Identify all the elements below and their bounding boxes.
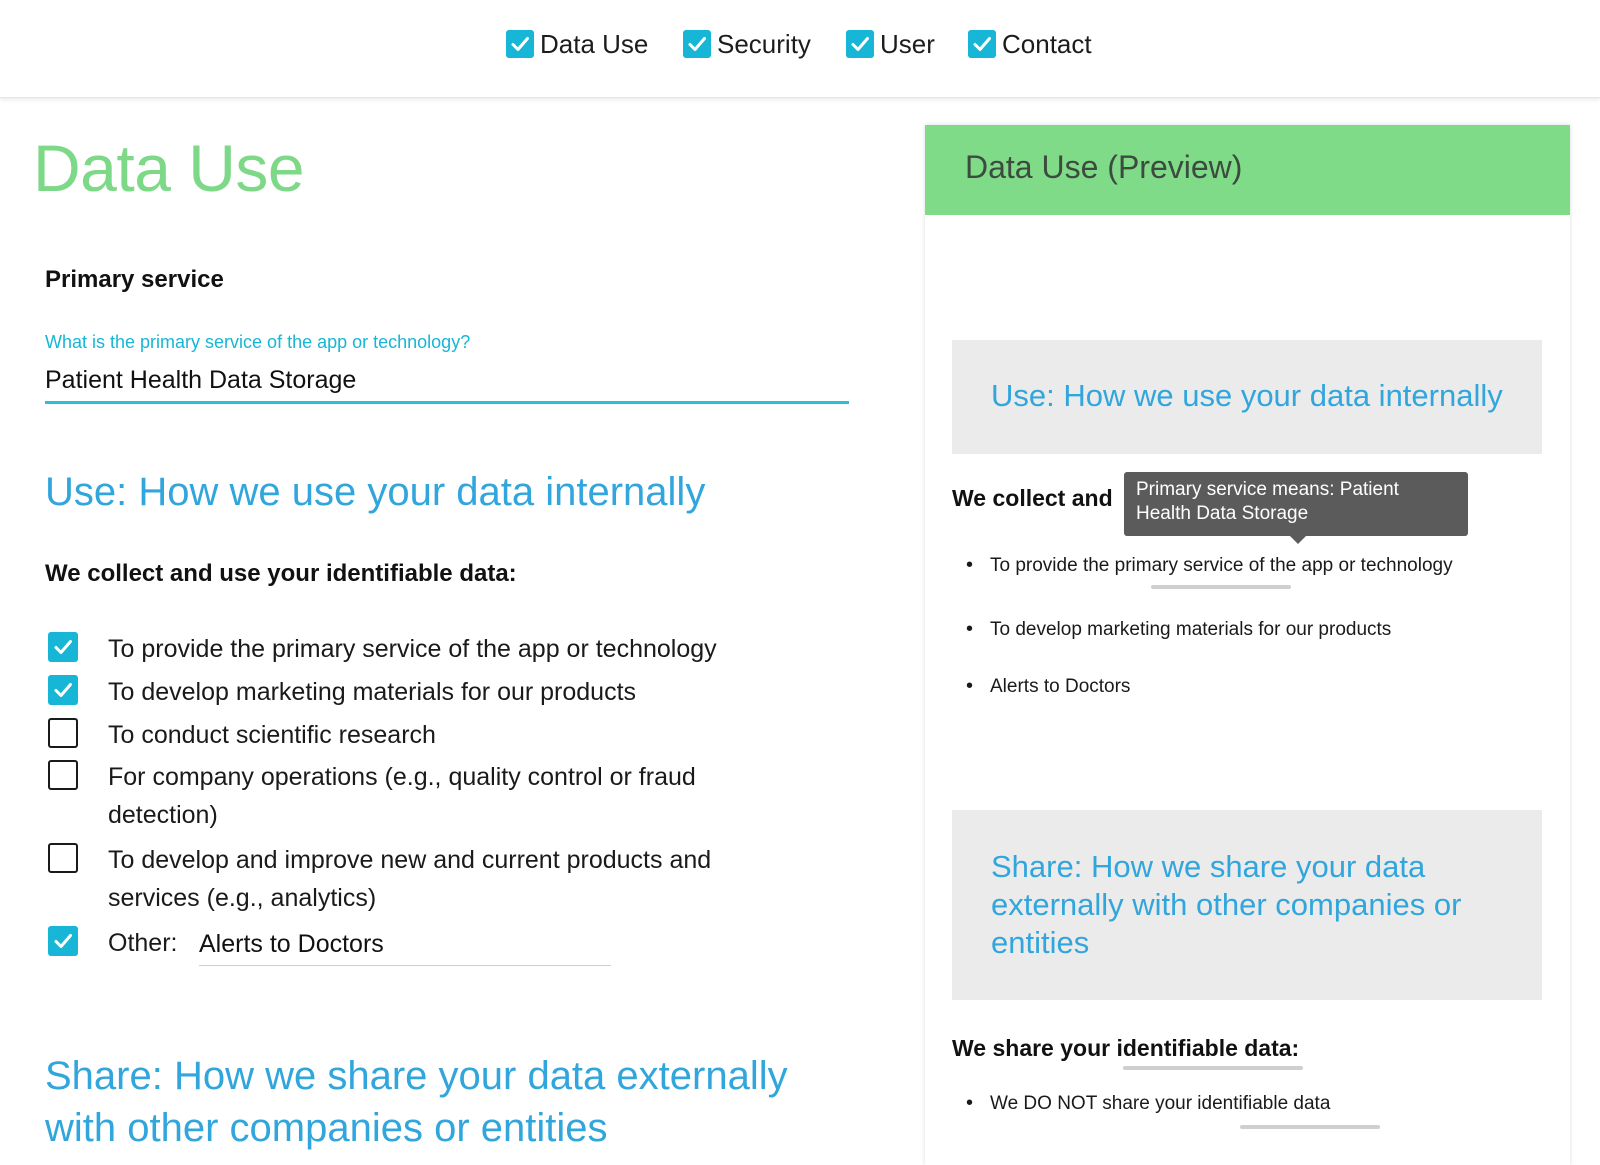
preview-share-bullet: We DO NOT share your identifiable data <box>966 1092 1330 1115</box>
option-label: To develop and improve new and current p… <box>108 846 712 912</box>
preview-title: Data Use (Preview) <box>965 149 1243 185</box>
checkbox-checked[interactable] <box>48 926 78 956</box>
top-navigation: Data Use Security User Contact <box>0 0 1600 98</box>
nav-item-security[interactable]: Security <box>683 27 811 61</box>
checkmark-icon[interactable] <box>968 30 996 58</box>
preview-share-label: We share your identifiable data: <box>952 1035 1300 1061</box>
highlight-underline <box>1151 585 1291 589</box>
nav-item-data-use[interactable]: Data Use <box>506 27 648 61</box>
option-other: Other: <box>48 924 177 962</box>
checkmark-icon <box>54 934 72 948</box>
preview-use-heading: Use: How we use your data internally <box>991 378 1503 413</box>
collect-use-label: We collect and use your identifiable dat… <box>45 560 517 587</box>
tooltip-arrow <box>1290 536 1306 544</box>
preview-share-heading: Share: How we share your data externally… <box>991 849 1462 960</box>
preview-share-box: Share: How we share your data externally… <box>952 810 1542 1000</box>
checkmark-icon <box>54 683 72 697</box>
nav-label: User <box>880 28 935 59</box>
nav-label: Data Use <box>540 28 649 59</box>
share-section-heading: Share: How we share your data externally… <box>45 1054 788 1150</box>
option-primary-service: To provide the primary service of the ap… <box>48 630 748 668</box>
option-label: To develop marketing materials for our p… <box>108 678 637 706</box>
checkmark-icon[interactable] <box>683 30 711 58</box>
checkbox-checked[interactable] <box>48 675 78 705</box>
preview-panel: Data Use (Preview) Use: How we use your … <box>925 125 1570 1165</box>
page-title: Data Use <box>33 131 305 205</box>
primary-service-label: Primary service <box>45 266 224 293</box>
nav-item-contact[interactable]: Contact <box>968 27 1092 61</box>
primary-service-input[interactable] <box>45 360 849 404</box>
preview-use-box: Use: How we use your data internally <box>952 340 1542 454</box>
option-label: For company operations (e.g., quality co… <box>108 763 696 829</box>
other-input[interactable] <box>199 924 611 966</box>
checkbox-unchecked[interactable] <box>48 760 78 790</box>
preview-bullet-item: Alerts to Doctors <box>966 675 1131 698</box>
option-label: To provide the primary service of the ap… <box>108 635 717 663</box>
use-section-heading: Use: How we use your data internally <box>45 470 706 514</box>
primary-service-question: What is the primary service of the app o… <box>45 332 471 352</box>
option-company-operations: For company operations (e.g., quality co… <box>48 758 748 834</box>
checkmark-icon <box>54 640 72 654</box>
checkbox-checked[interactable] <box>48 632 78 662</box>
nav-item-user[interactable]: User <box>846 27 935 61</box>
checkmark-icon[interactable] <box>506 30 534 58</box>
checkbox-unchecked[interactable] <box>48 718 78 748</box>
highlight-underline <box>1240 1125 1380 1129</box>
option-research: To conduct scientific research <box>48 716 748 754</box>
highlight-underline <box>1123 1066 1303 1070</box>
nav-label: Contact <box>1002 28 1092 59</box>
checkbox-unchecked[interactable] <box>48 843 78 873</box>
preview-bullet-item: To develop marketing materials for our p… <box>966 618 1391 641</box>
option-label: Other: <box>108 929 178 957</box>
option-product-improvement: To develop and improve new and current p… <box>48 841 748 917</box>
primary-service-tooltip: Primary service means: Patient Health Da… <box>1124 472 1468 536</box>
option-marketing: To develop marketing materials for our p… <box>48 673 748 711</box>
preview-bullet-item: To provide the primary service of the ap… <box>966 554 1453 577</box>
nav-label: Security <box>717 28 811 59</box>
checkmark-icon[interactable] <box>846 30 874 58</box>
option-label: To conduct scientific research <box>108 721 436 749</box>
preview-header: Data Use (Preview) <box>925 125 1570 215</box>
preview-collect-label: We collect and <box>952 485 1113 511</box>
